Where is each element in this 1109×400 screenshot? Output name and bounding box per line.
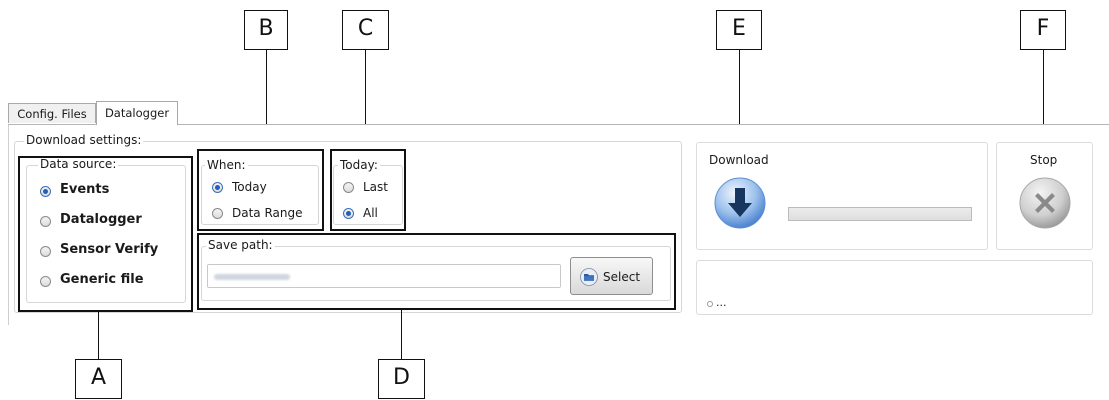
status-indicator-icon <box>707 301 713 307</box>
callout-e-text: E <box>732 16 746 41</box>
tab-datalogger[interactable]: Datalogger <box>96 101 178 125</box>
download-progress-bar <box>788 207 972 221</box>
callout-label-e: E <box>716 10 762 50</box>
callout-line-d <box>401 310 402 359</box>
stop-button[interactable] <box>1018 176 1072 230</box>
download-button[interactable] <box>713 176 767 230</box>
callout-c-text: C <box>357 16 374 41</box>
status-panel <box>696 260 1093 315</box>
tab-config-files[interactable]: Config. Files <box>8 103 96 123</box>
callout-label-a: A <box>75 359 122 399</box>
callout-label-c: C <box>342 10 389 50</box>
stop-label: Stop <box>1030 153 1058 167</box>
download-label: Download <box>709 153 769 167</box>
callout-label-b: B <box>244 10 288 50</box>
close-x-icon <box>1019 177 1071 229</box>
callout-box-a <box>18 156 193 312</box>
download-settings-title: Download settings: <box>24 133 144 147</box>
callout-f-text: F <box>1036 16 1050 41</box>
callout-box-c <box>330 149 406 231</box>
callout-box-d <box>197 233 676 310</box>
download-arrow-icon <box>714 177 766 229</box>
callout-box-b <box>197 149 324 231</box>
status-text: ... <box>716 296 727 309</box>
callout-b-text: B <box>258 16 274 41</box>
callout-label-d: D <box>378 359 425 399</box>
callout-label-f: F <box>1020 10 1066 50</box>
callout-a-text: A <box>90 365 107 390</box>
callout-d-text: D <box>393 365 410 390</box>
callout-line-a <box>98 312 99 359</box>
